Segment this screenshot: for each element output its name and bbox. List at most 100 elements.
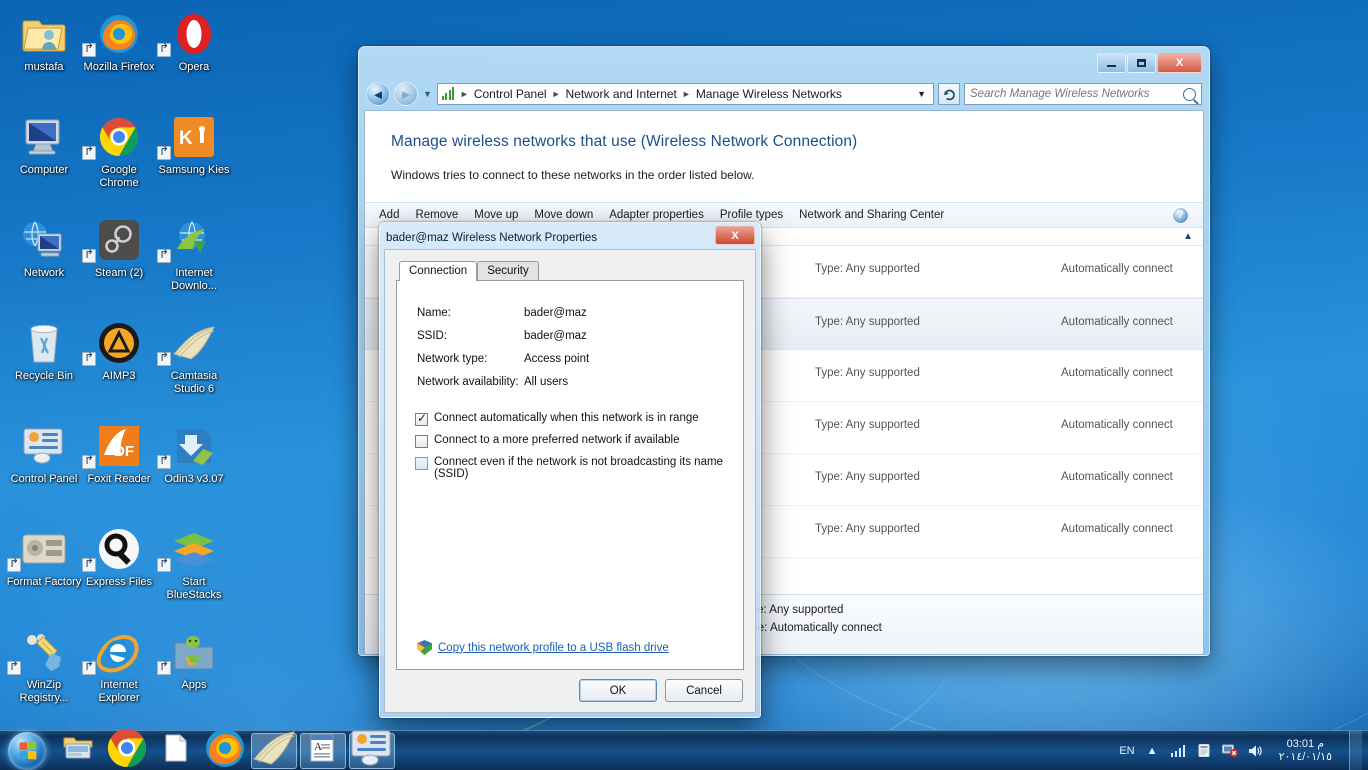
taskbar-item-firefox[interactable]	[202, 729, 248, 769]
svg-text:K: K	[179, 128, 193, 149]
checkbox-more-preferred-network[interactable]: Connect to a more preferred network if a…	[415, 434, 743, 448]
close-button[interactable]: X	[1157, 53, 1202, 73]
command-move-up[interactable]: Move up	[474, 209, 518, 221]
cancel-button[interactable]: Cancel	[665, 679, 743, 702]
checkbox-connect-automatically[interactable]: Connect automatically when this network …	[415, 411, 743, 426]
clock-time: 03:01 م	[1286, 737, 1324, 750]
desktop-icon-odin3-v3-07[interactable]: Odin3 v3.07	[156, 422, 232, 486]
desktop-icon-camtasia-studio-6[interactable]: Camtasia Studio 6	[156, 319, 232, 395]
taskbar-item-control-panel[interactable]	[349, 730, 395, 769]
breadcrumb-separator-1: ►	[551, 89, 561, 99]
tab-connection[interactable]: Connection	[399, 261, 478, 281]
minimize-button[interactable]	[1097, 53, 1126, 73]
ok-button[interactable]: OK	[579, 679, 657, 702]
taskbar-item-document[interactable]	[153, 733, 199, 769]
desktop-icon-recycle-bin[interactable]: Recycle Bin	[6, 319, 82, 383]
command-remove[interactable]: Remove	[415, 209, 458, 221]
svg-text:A: A	[314, 741, 322, 753]
refresh-button[interactable]	[938, 83, 960, 105]
foxit-reader-icon: DF	[81, 422, 157, 470]
clock[interactable]: 03:01 م ٢٠١٤/٠١/١٥	[1274, 738, 1337, 764]
user-folder-icon	[6, 10, 82, 58]
taskbar[interactable]: A EN ▲ 03:01 م ٢٠١٤/٠١/١٥	[0, 729, 1368, 770]
checkbox-non-broadcasting-ssid-label: Connect even if the network is not broad…	[434, 456, 723, 480]
desktop-icon-opera[interactable]: Opera	[156, 10, 232, 74]
desktop-icon-format-factory[interactable]: Format Factory	[6, 525, 82, 589]
field-ssid-value: bader@maz	[524, 330, 587, 342]
forward-button[interactable]: ►	[394, 82, 418, 106]
page-subtitle: Windows tries to connect to these networ…	[391, 168, 755, 182]
network-row-mode: Automatically connect	[1061, 263, 1173, 275]
address-dropdown-icon[interactable]: ▼	[912, 89, 931, 99]
taskbar-item-wordpad[interactable]: A	[300, 732, 346, 769]
network-error-icon[interactable]	[1222, 742, 1239, 759]
desktop-icon-mustafa[interactable]: mustafa	[6, 10, 82, 74]
action-center-icon[interactable]	[1196, 742, 1213, 759]
network-signal-icon[interactable]	[1170, 742, 1187, 759]
command-move-down[interactable]: Move down	[534, 209, 593, 221]
help-icon[interactable]: ?	[1172, 206, 1189, 224]
search-input[interactable]	[970, 88, 1183, 100]
wireless-network-properties-dialog[interactable]: bader@maz Wireless Network Properties X …	[379, 222, 761, 718]
volume-icon[interactable]	[1248, 742, 1265, 759]
desktop-icon-foxit-reader[interactable]: DF Foxit Reader	[81, 422, 157, 486]
dialog-titlebar[interactable]: bader@maz Wireless Network Properties X	[384, 226, 756, 249]
checkbox-unchecked-blue-icon[interactable]	[415, 457, 428, 470]
breadcrumb-network-and-internet[interactable]: Network and Internet	[561, 86, 680, 102]
address-bar[interactable]: ► Control Panel ► Network and Internet ►…	[436, 83, 934, 105]
language-indicator[interactable]: EN	[1119, 745, 1134, 757]
taskbar-item-camtasia[interactable]	[251, 731, 297, 769]
network-icon	[6, 216, 82, 264]
desktop-icon-label: Mozilla Firefox	[83, 61, 155, 73]
breadcrumb-manage-wireless-networks[interactable]: Manage Wireless Networks	[692, 86, 846, 102]
window-titlebar[interactable]: X	[364, 52, 1204, 82]
checkbox-non-broadcasting-ssid[interactable]: Connect even if the network is not broad…	[415, 456, 743, 480]
checkbox-checked-icon[interactable]	[415, 411, 428, 426]
maximize-button[interactable]	[1127, 53, 1156, 73]
show-desktop-button[interactable]	[1349, 730, 1362, 770]
chrome-icon	[81, 113, 157, 161]
tab-security[interactable]: Security	[477, 261, 539, 280]
desktop-icon-apps[interactable]: Apps	[156, 628, 232, 692]
taskbar-item-chrome[interactable]	[104, 729, 150, 769]
checkbox-more-preferred-network-label: Connect to a more preferred network if a…	[434, 434, 680, 446]
breadcrumb-control-panel[interactable]: Control Panel	[470, 86, 551, 102]
field-ssid-label: SSID:	[417, 330, 448, 342]
desktop-icon-aimp3[interactable]: AIMP3	[81, 319, 157, 383]
desktop-icon-winzip-registry[interactable]: WinZip Registry...	[6, 628, 82, 704]
taskbar-item-windows-explorer[interactable]	[55, 733, 101, 769]
desktop-icon-label: Camtasia Studio 6	[170, 370, 218, 395]
desktop-icon-steam-2[interactable]: Steam (2)	[81, 216, 157, 280]
chevron-up-icon[interactable]: ▲	[1144, 742, 1161, 759]
internet-download-manager-icon	[156, 216, 232, 264]
search-box[interactable]	[964, 83, 1202, 105]
desktop-icon-start-bluestacks[interactable]: Start BlueStacks	[156, 525, 232, 601]
desktop-icon-samsung-kies[interactable]: K Samsung Kies	[156, 113, 232, 177]
desktop-icon-label: AIMP3	[102, 370, 136, 382]
command-network-and-sharing-center[interactable]: Network and Sharing Center	[799, 209, 944, 221]
command-profile-types[interactable]: Profile types	[720, 209, 783, 221]
desktop-icon-network[interactable]: Network	[6, 216, 82, 280]
command-add[interactable]: Add	[379, 209, 399, 221]
command-adapter-properties[interactable]: Adapter properties	[609, 209, 704, 221]
desktop-icon-control-panel[interactable]: Control Panel	[6, 422, 82, 486]
desktop-icon-label: Internet Explorer	[98, 679, 140, 704]
desktop-icon-label: WinZip Registry...	[19, 679, 69, 704]
copy-profile-to-usb-link[interactable]: Copy this network profile to a USB flash…	[438, 642, 669, 654]
checkbox-unchecked-icon[interactable]	[415, 435, 428, 448]
copy-profile-to-usb-row[interactable]: Copy this network profile to a USB flash…	[417, 640, 669, 655]
desktop-icon-internet-explorer[interactable]: Internet Explorer	[81, 628, 157, 704]
recent-pages-dropdown[interactable]: ▼	[422, 89, 433, 99]
dialog-close-button[interactable]: X	[715, 226, 755, 245]
back-button[interactable]: ◄	[366, 82, 390, 106]
desktop-icon-label: Foxit Reader	[87, 473, 151, 485]
chevron-up-icon[interactable]: ▲	[1183, 231, 1193, 242]
desktop-icon-mozilla-firefox[interactable]: Mozilla Firefox	[81, 10, 157, 74]
desktop-icon-computer[interactable]: Computer	[6, 113, 82, 177]
network-row-type: Type: Any supported	[815, 367, 920, 379]
start-button[interactable]	[2, 731, 52, 770]
field-network-availability-label: Network availability:	[417, 376, 519, 388]
desktop-icon-google-chrome[interactable]: Google Chrome	[81, 113, 157, 189]
desktop-icon-express-files[interactable]: Express Files	[81, 525, 157, 589]
desktop-icon-internet-downlo[interactable]: Internet Downlo...	[156, 216, 232, 292]
